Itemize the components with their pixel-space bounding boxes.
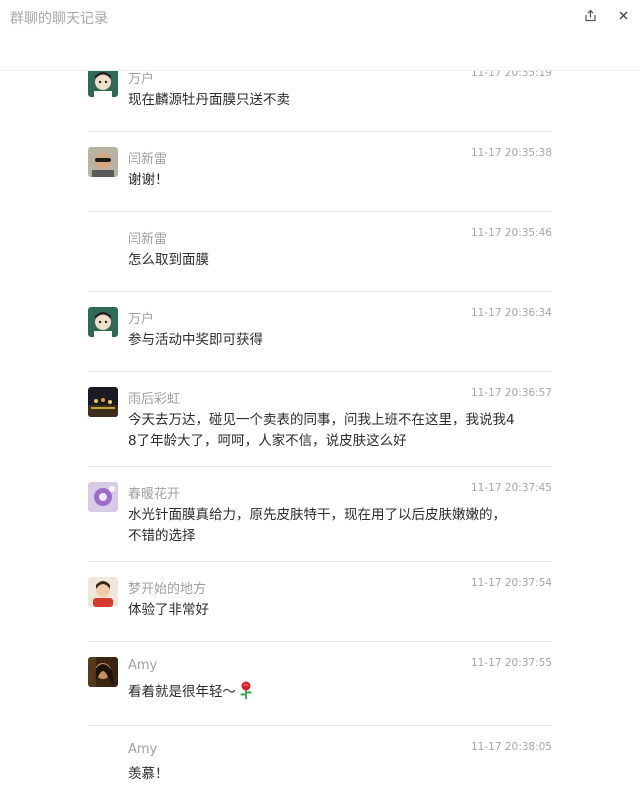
message-item: 雨后彩虹 11-17 20:36:57 今天去万达，碰见一个卖表的同事，问我上班…: [88, 387, 552, 467]
avatar: [88, 307, 118, 337]
sender-name: 梦开始的地方: [128, 582, 207, 597]
window-title: 群聊的聊天记录: [10, 11, 108, 27]
message-line: 怎么取到面膜: [128, 252, 209, 268]
message-time: 11-17 20:37:45: [470, 482, 552, 494]
message-time: 11-17 20:35:38: [470, 147, 552, 159]
message-list[interactable]: 万户 11-17 20:35:19 现在麟源牡丹面膜只送不卖 闫新雷 11-17…: [0, 71, 640, 800]
sender-name: 万户: [128, 72, 155, 87]
message-text: 水光针面膜真给力，原先皮肤特干，现在用了以后皮肤嫩嫩的， 不错的选择: [128, 505, 538, 547]
message-time: 11-17 20:36:34: [470, 307, 552, 319]
avatar: [88, 71, 118, 97]
sender-name: 春暖花开: [128, 487, 181, 502]
message-item: 闫新雷 11-17 20:35:38 谢谢！: [88, 147, 552, 212]
avatar: [88, 482, 118, 512]
sender-name: 万户: [128, 312, 155, 327]
sender-name: Amy: [128, 658, 158, 673]
close-icon: [619, 11, 627, 19]
sender-name: Amy: [128, 742, 158, 757]
avatar: [88, 577, 118, 607]
scrollbar[interactable]: [636, 71, 640, 800]
message-item: 梦开始的地方 11-17 20:37:54 体验了非常好: [88, 577, 552, 642]
message-text: 参与活动中奖即可获得: [128, 330, 538, 351]
close-button[interactable]: [614, 6, 632, 24]
message-time: 11-17 20:37:55: [470, 657, 552, 669]
message-text: 看着就是很年轻～: [128, 680, 538, 703]
share-button[interactable]: [581, 6, 599, 24]
message-line: 体验了非常好: [128, 602, 209, 618]
message-line: 不错的选择: [128, 528, 196, 544]
message-time: 11-17 20:38:05: [470, 741, 552, 753]
message-line: 今天去万达，碰见一个卖表的同事，问我上班不在这里，我说我4: [128, 412, 515, 428]
sender-name: 闫新雷: [128, 232, 168, 247]
message-line: 8了年龄大了，呵呵，人家不信，说皮肤这么好: [128, 433, 407, 449]
message-item: 万户 11-17 20:36:34 参与活动中奖即可获得: [88, 307, 552, 372]
message-time: 11-17 20:37:54: [470, 577, 552, 589]
message-time: 11-17 20:35:19: [470, 71, 552, 79]
title-bar: 群聊的聊天记录: [0, 0, 640, 71]
message-item: 春暖花开 11-17 20:37:45 水光针面膜真给力，原先皮肤特干，现在用了…: [88, 482, 552, 562]
message-text: 今天去万达，碰见一个卖表的同事，问我上班不在这里，我说我4 8了年龄大了，呵呵，人…: [128, 410, 538, 452]
message-line: 羡慕！: [128, 766, 169, 782]
message-line: 看着就是很年轻～: [128, 684, 236, 700]
message-item: 万户 11-17 20:35:19 现在麟源牡丹面膜只送不卖: [88, 71, 552, 132]
message-text: 羡慕！: [128, 764, 538, 785]
avatar: [88, 657, 118, 687]
message-item: Amy 11-17 20:38:05 羡慕！: [88, 741, 552, 800]
message-line: 现在麟源牡丹面膜只送不卖: [128, 92, 290, 108]
avatar: [88, 387, 118, 417]
avatar: [88, 147, 118, 177]
message-text: 怎么取到面膜: [128, 250, 538, 271]
message-item: 闫新雷 11-17 20:35:46 怎么取到面膜: [88, 227, 552, 292]
sender-name: 雨后彩虹: [128, 392, 181, 407]
message-line: 水光针面膜真给力，原先皮肤特干，现在用了以后皮肤嫩嫩的，: [128, 507, 506, 523]
share-icon: [584, 9, 596, 21]
message-text: 现在麟源牡丹面膜只送不卖: [128, 90, 538, 111]
message-text: 谢谢！: [128, 170, 538, 191]
message-time: 11-17 20:36:57: [470, 387, 552, 399]
message-line: 参与活动中奖即可获得: [128, 332, 263, 348]
message-line: 谢谢！: [128, 172, 169, 188]
sender-name: 闫新雷: [128, 152, 168, 167]
rose-icon: [240, 681, 252, 699]
message-item: Amy 11-17 20:37:55 看着就是很年轻～: [88, 657, 552, 726]
message-time: 11-17 20:35:46: [470, 227, 552, 239]
message-text: 体验了非常好: [128, 600, 538, 621]
